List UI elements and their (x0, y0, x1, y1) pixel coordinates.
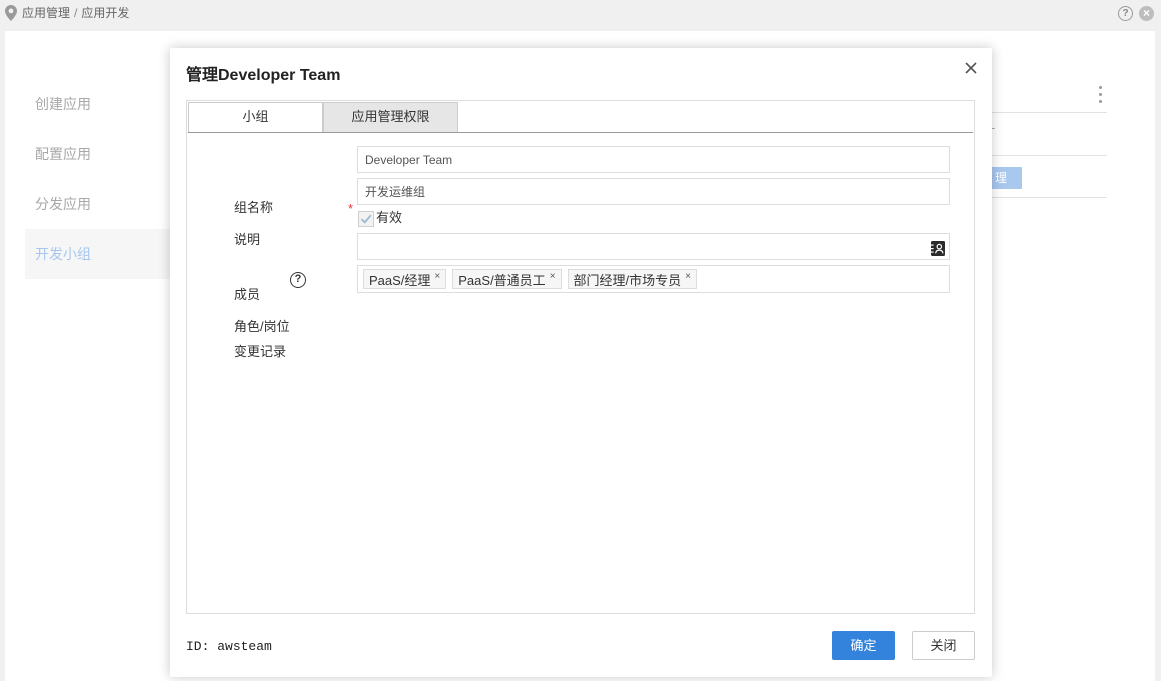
tab-app-permissions[interactable]: 应用管理权限 (323, 102, 458, 132)
change-log-label: 变更记录 (234, 344, 287, 359)
sidebar-item-label: 配置应用 (35, 146, 91, 162)
group-name-label: 组名称 (234, 200, 274, 215)
sidebar-item-distribute-app[interactable]: 分发应用 (25, 179, 185, 229)
required-mark: * (348, 201, 354, 216)
remove-tag-icon[interactable]: × (685, 271, 691, 282)
role-tag: PaaS/经理 × (363, 269, 447, 289)
tab-label: 小组 (242, 109, 269, 124)
group-name-input[interactable] (357, 146, 950, 173)
vertical-ellipsis-icon[interactable] (1099, 86, 1103, 104)
close-icon[interactable] (965, 61, 977, 74)
breadcrumb-item-app-management[interactable]: 应用管理 (22, 6, 70, 20)
roles-tag-input[interactable]: PaaS/经理 × PaaS/普通员工 × 部门经理/市场专员 × (357, 265, 950, 293)
breadcrumb-item-app-development: 应用开发 (81, 6, 130, 20)
sidebar-item-configure-app[interactable]: 配置应用 (25, 129, 185, 179)
sidebar-item-create-app[interactable]: 创建应用 (25, 79, 185, 129)
help-icon[interactable]: ? (1118, 6, 1133, 21)
team-id: ID: awsteam (186, 639, 272, 655)
remove-tag-icon[interactable]: × (434, 271, 440, 282)
enabled-label: 有效 (376, 210, 403, 225)
role-tag-label: 部门经理/市场专员 (573, 272, 682, 288)
remove-tag-icon[interactable]: × (550, 271, 556, 282)
close-icon[interactable]: × (1139, 6, 1154, 21)
tab-label: 应用管理权限 (351, 109, 430, 124)
role-tag: PaaS/普通员工 × (452, 269, 562, 289)
sidebar-item-label: 分发应用 (35, 196, 91, 212)
members-input[interactable] (357, 233, 950, 260)
sidebar-item-label: 开发小组 (35, 246, 91, 262)
enabled-checkbox[interactable] (358, 211, 374, 227)
breadcrumb: 应用管理 / 应用开发 (22, 5, 129, 21)
tab-group[interactable]: 小组 (188, 102, 323, 132)
top-bar: 应用管理 / 应用开发 ? × (0, 0, 1161, 30)
tab-divider (188, 132, 973, 133)
address-book-icon[interactable] (931, 241, 945, 256)
help-icon[interactable]: ? (290, 272, 306, 288)
team-id-label: ID: (186, 639, 210, 654)
description-label: 说明 (234, 232, 261, 247)
sidebar-item-label: 创建应用 (35, 96, 91, 112)
confirm-button[interactable]: 确定 (832, 631, 895, 660)
members-label: 成员 (234, 287, 261, 302)
manage-team-dialog: 管理Developer Team 小组 应用管理权限 组名称 * 说明 有效 成… (170, 48, 992, 677)
roles-label: 角色/岗位 (234, 319, 290, 334)
dialog-title: 管理Developer Team (186, 67, 341, 84)
breadcrumb-separator: / (74, 6, 78, 20)
sidebar-item-dev-team[interactable]: 开发小组 (25, 229, 185, 279)
role-tag-label: PaaS/经理 (369, 272, 431, 288)
team-id-value: awsteam (217, 639, 272, 654)
role-tag-label: PaaS/普通员工 (458, 272, 546, 288)
role-tag: 部门经理/市场专员 × (567, 269, 697, 289)
close-button[interactable]: 关闭 (912, 631, 975, 660)
location-pin-icon (5, 5, 17, 21)
description-input[interactable] (357, 178, 950, 205)
